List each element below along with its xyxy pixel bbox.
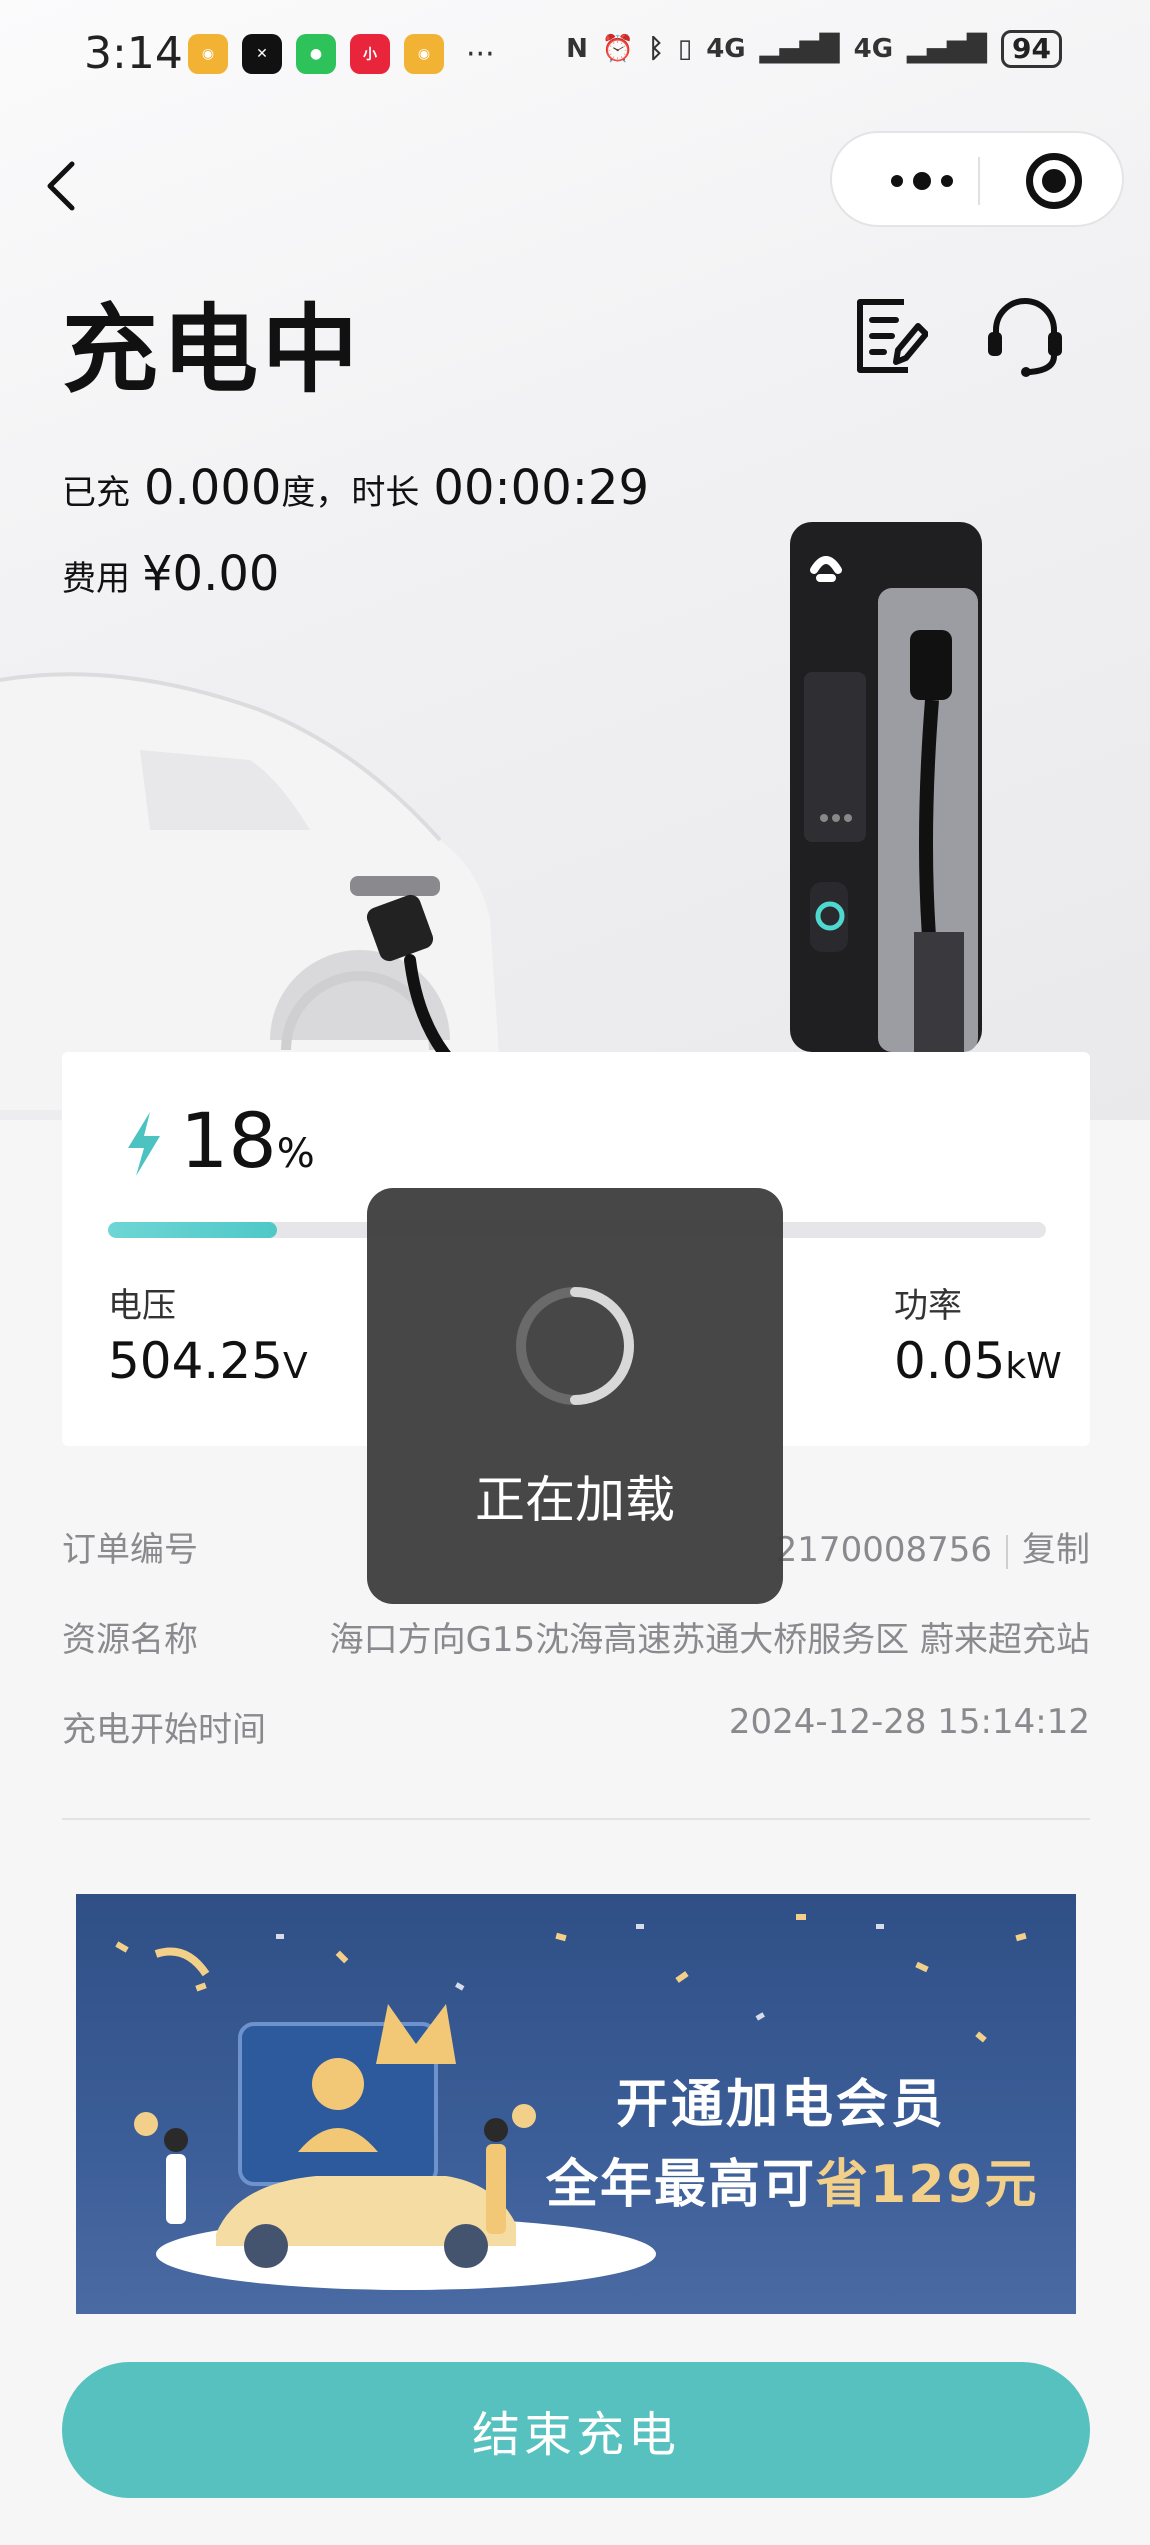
back-button[interactable]: [38, 156, 88, 216]
voltage-value: 504.25V: [108, 1332, 308, 1390]
charge-progress-fill: [108, 1222, 277, 1238]
charger-pile-illustration: [790, 522, 982, 1052]
duration-value: 00:00:29: [433, 460, 649, 516]
charged-value: 0.000: [144, 460, 282, 516]
status-indicators: N ⏰ ᛒ ▯ 4G ▂▄▆█ 4G ▂▄▆█ 94: [566, 30, 1062, 68]
battery-percent: 18%: [180, 1096, 315, 1185]
chevron-left-icon: [47, 161, 75, 211]
membership-promo-banner[interactable]: 开通加电会员 全年最高可省129元: [76, 1894, 1076, 2314]
resource-name-value: 海口方向G15沈海高速苏通大桥服务区 蔚来超充站: [329, 1620, 1090, 1660]
order-note-button[interactable]: [852, 296, 929, 376]
loading-spinner-icon: [516, 1287, 635, 1405]
start-time-value: 2024-12-28 15:14:12: [728, 1702, 1090, 1742]
power-number: 0.05: [894, 1332, 1006, 1390]
weibo-icon: ◉: [404, 34, 444, 74]
duration-label: 时长: [351, 473, 420, 513]
charged-label: 已充: [62, 473, 130, 513]
resource-name-label: 资源名称: [62, 1620, 198, 1660]
start-time-label: 充电开始时间: [62, 1710, 266, 1750]
promo-subline-prefix: 全年最高可: [546, 2155, 817, 2215]
weibo-icon: ◉: [188, 34, 228, 74]
lightning-bolt-icon: [128, 1112, 160, 1176]
power-value: 0.05kW: [894, 1332, 1062, 1390]
nfc-icon: N: [566, 34, 588, 64]
battery-percent-value: 18: [180, 1096, 277, 1185]
vibrate-icon: ▯: [677, 34, 693, 64]
cost-value: ¥0.00: [142, 546, 280, 602]
battery-icon: 94: [1001, 30, 1062, 68]
headset-icon: [988, 298, 1062, 377]
status-app-icons: ◉ ✕ ● 小 ◉ ···: [188, 34, 495, 74]
cost-label: 费用: [62, 559, 130, 599]
promo-headline: 开通加电会员: [616, 2075, 947, 2135]
alarm-icon: ⏰: [601, 34, 635, 64]
order-number-value: 2170008756: [775, 1530, 992, 1570]
section-divider: [62, 1818, 1090, 1820]
order-number-row: 2170008756 复制: [776, 1522, 1090, 1571]
more-dot-icon: [913, 172, 931, 190]
more-dot-icon: [941, 175, 953, 187]
miniprogram-capsule: [830, 131, 1124, 227]
car-charging-illustration: [0, 672, 500, 1110]
charged-unit: 度，: [281, 473, 350, 513]
status-bar: 3:14 ◉ ✕ ● 小 ◉ ··· N ⏰ ᛒ ▯ 4G ▂▄▆█ 4G ▂▄…: [0, 0, 1150, 110]
bluetooth-icon: ᛒ: [648, 34, 664, 64]
power-unit: kW: [1005, 1346, 1062, 1387]
charged-duration-line: 已充 0.000 度， 时长 00:00:29: [62, 460, 649, 516]
status-time: 3:14: [84, 28, 183, 79]
promo-subline: 全年最高可省129元: [546, 2142, 1039, 2217]
more-menu-button[interactable]: [872, 163, 972, 199]
promo-savings-highlight: 省129元: [816, 2155, 1039, 2215]
battery-percent-unit: %: [276, 1131, 315, 1177]
more-dot-icon: [891, 175, 903, 187]
xiaohongshu-icon: 小: [350, 34, 390, 74]
copy-separator: [1006, 1534, 1008, 1569]
signal-icon: 4G: [706, 34, 746, 64]
loading-toast: 正在加载: [367, 1188, 783, 1604]
copy-button[interactable]: 复制: [1022, 1530, 1090, 1570]
cost-line: 费用 ¥0.00: [62, 546, 279, 602]
order-number-label: 订单编号: [62, 1530, 198, 1570]
close-miniprogram-button[interactable]: [1026, 153, 1082, 209]
voltage-unit: V: [282, 1346, 308, 1387]
more-notifications-icon: ···: [466, 36, 495, 72]
end-charging-button[interactable]: 结束充电: [62, 2362, 1090, 2498]
customer-service-button[interactable]: [984, 294, 1066, 378]
voltage-number: 504.25: [108, 1332, 283, 1390]
edit-note-icon: [857, 299, 929, 373]
capsule-divider: [978, 157, 980, 205]
signal-icon: 4G: [853, 34, 894, 64]
signal-bars-icon: ▂▄▆█: [907, 34, 988, 64]
signal-bars-icon: ▂▄▆█: [759, 34, 840, 64]
page-title: 充电中: [62, 294, 362, 406]
voltage-label: 电压: [108, 1286, 176, 1326]
power-label: 功率: [894, 1286, 962, 1326]
capcut-icon: ✕: [242, 34, 282, 74]
wechat-icon: ●: [296, 34, 336, 74]
loading-text: 正在加载: [475, 1471, 675, 1529]
